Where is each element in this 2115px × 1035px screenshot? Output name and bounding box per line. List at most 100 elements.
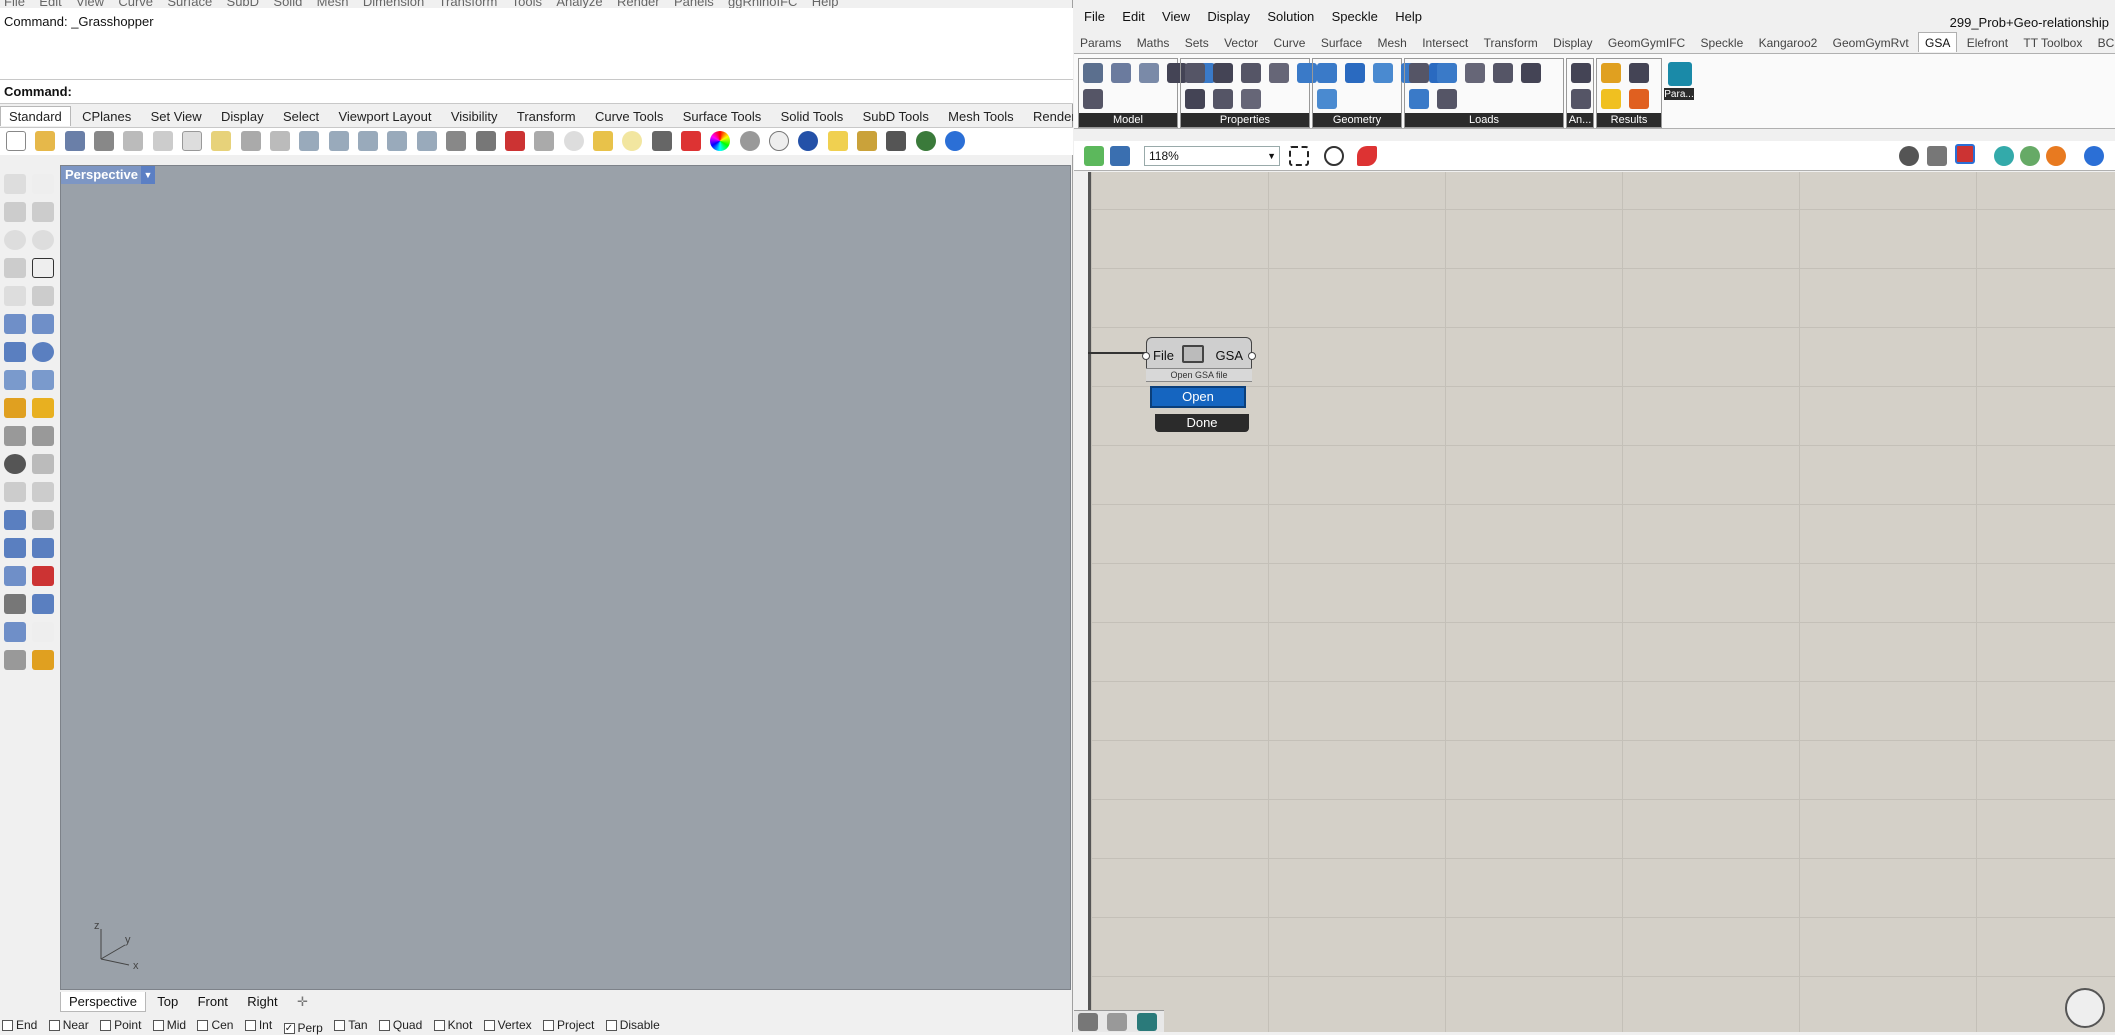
tab-display[interactable]: Display: [213, 107, 272, 126]
sphere-icon[interactable]: [32, 342, 54, 362]
block-icon[interactable]: [4, 566, 26, 586]
gsa-param-icon[interactable]: [1668, 62, 1692, 86]
tab-visibility[interactable]: Visibility: [443, 107, 506, 126]
dimension-icon[interactable]: [32, 566, 54, 586]
osnap-point[interactable]: Point: [100, 1018, 141, 1032]
zoom-selected-icon[interactable]: [416, 131, 437, 151]
sketch-icon[interactable]: [1357, 146, 1377, 166]
section-icon[interactable]: [1185, 63, 1205, 83]
light-bulb-icon[interactable]: [622, 131, 643, 151]
gumball-icon[interactable]: [32, 454, 54, 474]
pan-icon[interactable]: [270, 131, 291, 151]
tab-cplanes[interactable]: CPlanes: [74, 107, 139, 126]
gh-menu-help[interactable]: Help: [1395, 6, 1422, 28]
osnap-point-checkbox[interactable]: [100, 1019, 112, 1031]
gh-tab-intersect[interactable]: Intersect: [1416, 33, 1474, 52]
viewport-menu-arrow-icon[interactable]: ▼: [141, 166, 155, 184]
viewport-tab-front[interactable]: Front: [190, 992, 236, 1012]
explode-icon[interactable]: [32, 398, 54, 418]
osnap-near[interactable]: Near: [48, 1018, 89, 1032]
osnap-project[interactable]: Project: [543, 1018, 594, 1032]
osnap-vertex[interactable]: Vertex: [483, 1018, 532, 1032]
document-preview-icon[interactable]: [1994, 146, 2014, 166]
osnap-tan[interactable]: Tan: [334, 1018, 368, 1032]
lock-icon[interactable]: [651, 131, 672, 151]
osnap-int-checkbox[interactable]: [244, 1019, 256, 1031]
cylinder-icon[interactable]: [4, 370, 26, 390]
osnap-quad-checkbox[interactable]: [378, 1019, 390, 1031]
rhino-menu-tools[interactable]: Tools: [512, 0, 542, 8]
crop-icon[interactable]: [886, 131, 907, 151]
beam-load-icon[interactable]: [1465, 63, 1485, 83]
rotate-icon[interactable]: [32, 482, 54, 502]
model-info-icon[interactable]: [1083, 89, 1103, 109]
circle-icon[interactable]: [4, 230, 26, 250]
preview-eye-icon[interactable]: [1324, 146, 1344, 166]
open-model-icon[interactable]: [1083, 63, 1103, 83]
gh-tab-params[interactable]: Params: [1074, 33, 1127, 52]
rhino-menu-solid[interactable]: Solid: [273, 0, 302, 8]
preview-off-icon[interactable]: [1899, 146, 1919, 166]
rhino-menu-analyze[interactable]: Analyze: [556, 0, 602, 8]
gh-tab-speckle[interactable]: Speckle: [1695, 33, 1750, 52]
rectangle-icon[interactable]: [32, 258, 54, 278]
trim-icon[interactable]: [4, 426, 26, 446]
zoom-icon[interactable]: [328, 131, 349, 151]
gh-tab-geomgymrvt[interactable]: GeomGymRvt: [1827, 33, 1915, 52]
result-contour-icon[interactable]: [1601, 89, 1621, 109]
layers-icon[interactable]: [592, 131, 613, 151]
osnap-vertex-checkbox[interactable]: [483, 1019, 495, 1031]
offset-icon[interactable]: [1185, 89, 1205, 109]
extrude-icon[interactable]: [32, 370, 54, 390]
osnap-disable-checkbox[interactable]: [605, 1019, 617, 1031]
render-sphere-icon[interactable]: [739, 131, 760, 151]
fillet-icon[interactable]: [32, 286, 54, 306]
rhino-menu-file[interactable]: File: [4, 0, 25, 8]
arc-icon[interactable]: [4, 286, 26, 306]
osnap-knot[interactable]: Knot: [433, 1018, 472, 1032]
loft-icon[interactable]: [32, 314, 54, 334]
surface-icon[interactable]: [4, 314, 26, 334]
new-icon[interactable]: [6, 131, 26, 151]
text-icon[interactable]: [4, 510, 26, 530]
gh-tab-kangaroo2[interactable]: Kangaroo2: [1753, 33, 1824, 52]
gh-menu-display[interactable]: Display: [1207, 6, 1250, 28]
osnap-int[interactable]: Int: [244, 1018, 272, 1032]
viewport-tab-right[interactable]: Right: [239, 992, 285, 1012]
gh-tab-elefront[interactable]: Elefront: [1961, 33, 2014, 52]
navigation-compass-icon[interactable]: [2065, 988, 2105, 1028]
mesh-quality-icon[interactable]: [2046, 146, 2066, 166]
polygon-icon[interactable]: [4, 258, 26, 278]
gh-tab-bcf[interactable]: BCF: [2092, 33, 2115, 52]
edit-section-icon[interactable]: [1213, 63, 1233, 83]
environment-sphere-icon[interactable]: [798, 131, 819, 151]
input-pin[interactable]: [1142, 352, 1150, 360]
analysis-icon[interactable]: [1571, 63, 1591, 83]
gears-icon[interactable]: [856, 131, 877, 151]
load-case-icon[interactable]: [1409, 89, 1429, 109]
osnap-mid-checkbox[interactable]: [152, 1019, 164, 1031]
bool6-icon[interactable]: [1213, 89, 1233, 109]
move-icon[interactable]: [4, 482, 26, 502]
zoom-extents-icon[interactable]: [387, 131, 408, 151]
check-icon[interactable]: [32, 622, 54, 642]
gh-tab-tt-toolbox[interactable]: TT Toolbox: [2017, 33, 2088, 52]
material-icon[interactable]: [1269, 63, 1289, 83]
gh-menu-solution[interactable]: Solution: [1267, 6, 1314, 28]
open-icon[interactable]: [35, 131, 56, 151]
command-prompt[interactable]: Command:: [0, 80, 1073, 104]
face-load-icon[interactable]: [1493, 63, 1513, 83]
help-icon[interactable]: [945, 131, 965, 151]
preview-wire-icon[interactable]: [1927, 146, 1947, 166]
osnap-knot-checkbox[interactable]: [433, 1019, 445, 1031]
gh-tab-vector[interactable]: Vector: [1218, 33, 1264, 52]
tab-set-view[interactable]: Set View: [143, 107, 210, 126]
element2d-icon[interactable]: [1345, 63, 1365, 83]
result-sum-icon[interactable]: [1629, 63, 1649, 83]
import-icon[interactable]: [123, 131, 144, 151]
analysis-case-icon[interactable]: [1571, 89, 1591, 109]
gh-menu-view[interactable]: View: [1162, 6, 1190, 28]
osnap-near-checkbox[interactable]: [48, 1019, 60, 1031]
named-view-icon[interactable]: [534, 131, 555, 151]
gh-menu-speckle[interactable]: Speckle: [1332, 6, 1378, 28]
